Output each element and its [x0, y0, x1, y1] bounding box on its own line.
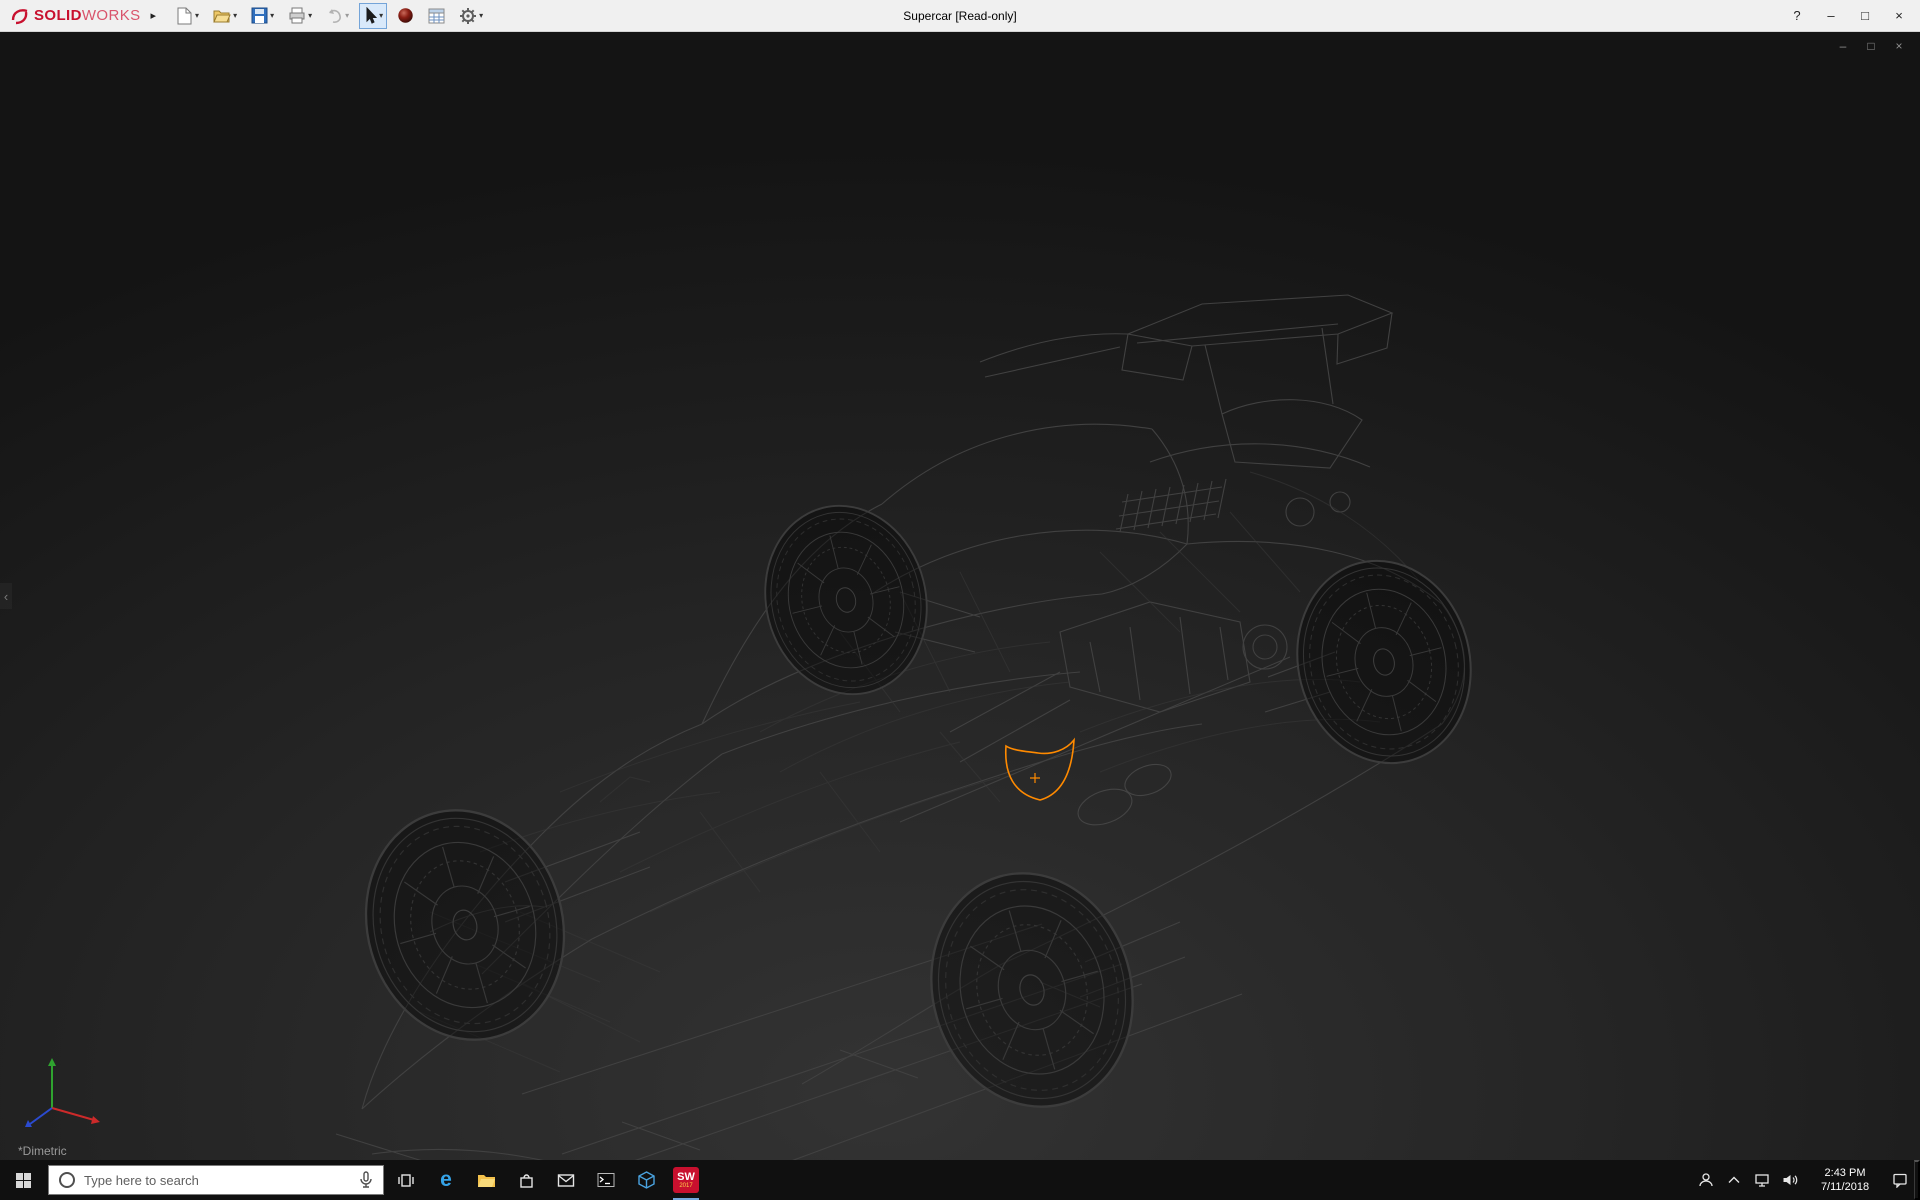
print-button[interactable]: ▾	[284, 3, 316, 29]
brand-solid: SOLID	[34, 7, 82, 24]
wireframe-car[interactable]	[0, 32, 1920, 1160]
view-orientation-label: *Dimetric	[18, 1144, 67, 1158]
tray-expand-button[interactable]	[1720, 1160, 1748, 1200]
task-view-button[interactable]	[386, 1160, 426, 1200]
speaker-icon	[1782, 1173, 1799, 1187]
edge-button[interactable]: e	[426, 1160, 466, 1200]
people-button[interactable]	[1692, 1160, 1720, 1200]
action-center-icon	[1892, 1172, 1908, 1188]
appearance-sphere-button[interactable]	[393, 3, 418, 29]
people-icon	[1698, 1172, 1714, 1188]
action-center-button[interactable]	[1886, 1160, 1914, 1200]
standard-toolbar: ▾ ▾ ▾ ▾	[172, 3, 487, 29]
show-desktop-button[interactable]	[1914, 1160, 1920, 1200]
graphics-area[interactable]: – □ × ‹ *Dimetric	[0, 32, 1920, 1160]
network-button[interactable]	[1748, 1160, 1776, 1200]
maximize-button[interactable]: □	[1850, 4, 1880, 28]
chevron-down-icon: ▾	[233, 11, 237, 20]
cube-app-button[interactable]	[626, 1160, 666, 1200]
open-document-button[interactable]: ▾	[209, 3, 241, 29]
wheel-front-right	[746, 489, 947, 712]
solidworks-logo-text: SOLIDWORKS	[34, 7, 141, 24]
solidworks-logo-mark	[10, 7, 30, 25]
system-tray: 2:43 PM 7/11/2018	[1692, 1160, 1920, 1200]
window-controls: ? – □ ×	[1782, 4, 1914, 28]
microphone-icon[interactable]	[358, 1171, 374, 1189]
select-button[interactable]: ▾	[359, 3, 387, 29]
undo-button[interactable]: ▾	[322, 3, 353, 29]
solidworks-taskbar-button[interactable]: SW 2017	[666, 1160, 706, 1200]
minimize-button[interactable]: –	[1816, 4, 1846, 28]
taskbar: e	[0, 1160, 1920, 1200]
appearance-sphere-icon	[397, 7, 414, 24]
doc-minimize-button[interactable]: –	[1834, 38, 1852, 54]
edge-icon: e	[440, 1168, 452, 1192]
design-table-icon	[428, 8, 445, 24]
cube-app-icon	[638, 1171, 655, 1189]
file-explorer-icon	[477, 1172, 496, 1188]
document-title: Supercar [Read-only]	[903, 9, 1016, 23]
command-prompt-icon	[597, 1172, 615, 1188]
printer-icon	[288, 7, 306, 24]
save-floppy-icon	[251, 7, 268, 24]
taskbar-clock[interactable]: 2:43 PM 7/11/2018	[1804, 1160, 1886, 1200]
task-view-icon	[397, 1172, 415, 1189]
chevron-up-icon	[1727, 1174, 1741, 1186]
mail-envelope-icon	[557, 1173, 575, 1188]
volume-button[interactable]	[1776, 1160, 1804, 1200]
screen: SOLIDWORKS ▸ ▾ ▾ ▾	[0, 0, 1920, 1200]
console-button[interactable]	[586, 1160, 626, 1200]
wheel-front-left	[339, 787, 590, 1064]
feature-tree-collapse-arrow[interactable]: ‹	[0, 583, 12, 609]
store-button[interactable]	[506, 1160, 546, 1200]
sw-year: 2017	[679, 1183, 692, 1189]
chevron-down-icon: ▾	[479, 11, 483, 20]
save-button[interactable]: ▾	[247, 3, 278, 29]
options-button[interactable]: ▾	[455, 3, 487, 29]
chevron-down-icon: ▾	[308, 11, 312, 20]
gear-icon	[459, 7, 477, 25]
wheel-rear-right	[1276, 542, 1492, 781]
doc-close-button[interactable]: ×	[1890, 38, 1908, 54]
chevron-down-icon: ▾	[345, 11, 349, 20]
windows-logo-icon	[15, 1172, 32, 1189]
open-folder-icon	[213, 8, 231, 24]
search-input[interactable]	[84, 1173, 350, 1188]
new-document-icon	[176, 7, 193, 25]
start-button[interactable]	[0, 1160, 46, 1200]
clock-time: 2:43 PM	[1825, 1166, 1866, 1180]
solidworks-app-icon: SW 2017	[673, 1167, 699, 1193]
network-icon	[1754, 1173, 1770, 1188]
doc-restore-button[interactable]: □	[1862, 38, 1880, 54]
cortana-icon	[58, 1171, 76, 1189]
chevron-down-icon: ▾	[270, 11, 274, 20]
document-window-controls: – □ ×	[1834, 38, 1908, 54]
store-bag-icon	[518, 1172, 535, 1189]
taskbar-search[interactable]	[48, 1165, 384, 1195]
new-document-button[interactable]: ▾	[172, 3, 203, 29]
solidworks-logo: SOLIDWORKS	[6, 7, 145, 25]
file-explorer-button[interactable]	[466, 1160, 506, 1200]
wheel-rear-left	[904, 849, 1160, 1131]
wireframe-detail	[420, 472, 1420, 1072]
titlebar: SOLIDWORKS ▸ ▾ ▾ ▾	[0, 0, 1920, 32]
design-table-button[interactable]	[424, 3, 449, 29]
toolbar-flyout-arrow[interactable]: ▸	[145, 9, 163, 22]
undo-arrow-icon	[326, 8, 343, 24]
help-button[interactable]: ?	[1782, 4, 1812, 28]
clock-date: 7/11/2018	[1821, 1180, 1869, 1194]
chevron-down-icon: ▾	[195, 11, 199, 20]
close-button[interactable]: ×	[1884, 4, 1914, 28]
sw-letters: SW	[677, 1172, 695, 1183]
chevron-down-icon: ▾	[379, 11, 383, 20]
mail-button[interactable]	[546, 1160, 586, 1200]
orientation-triad[interactable]	[18, 1050, 114, 1128]
brand-works: WORKS	[82, 7, 141, 24]
select-cursor-icon	[363, 7, 377, 24]
